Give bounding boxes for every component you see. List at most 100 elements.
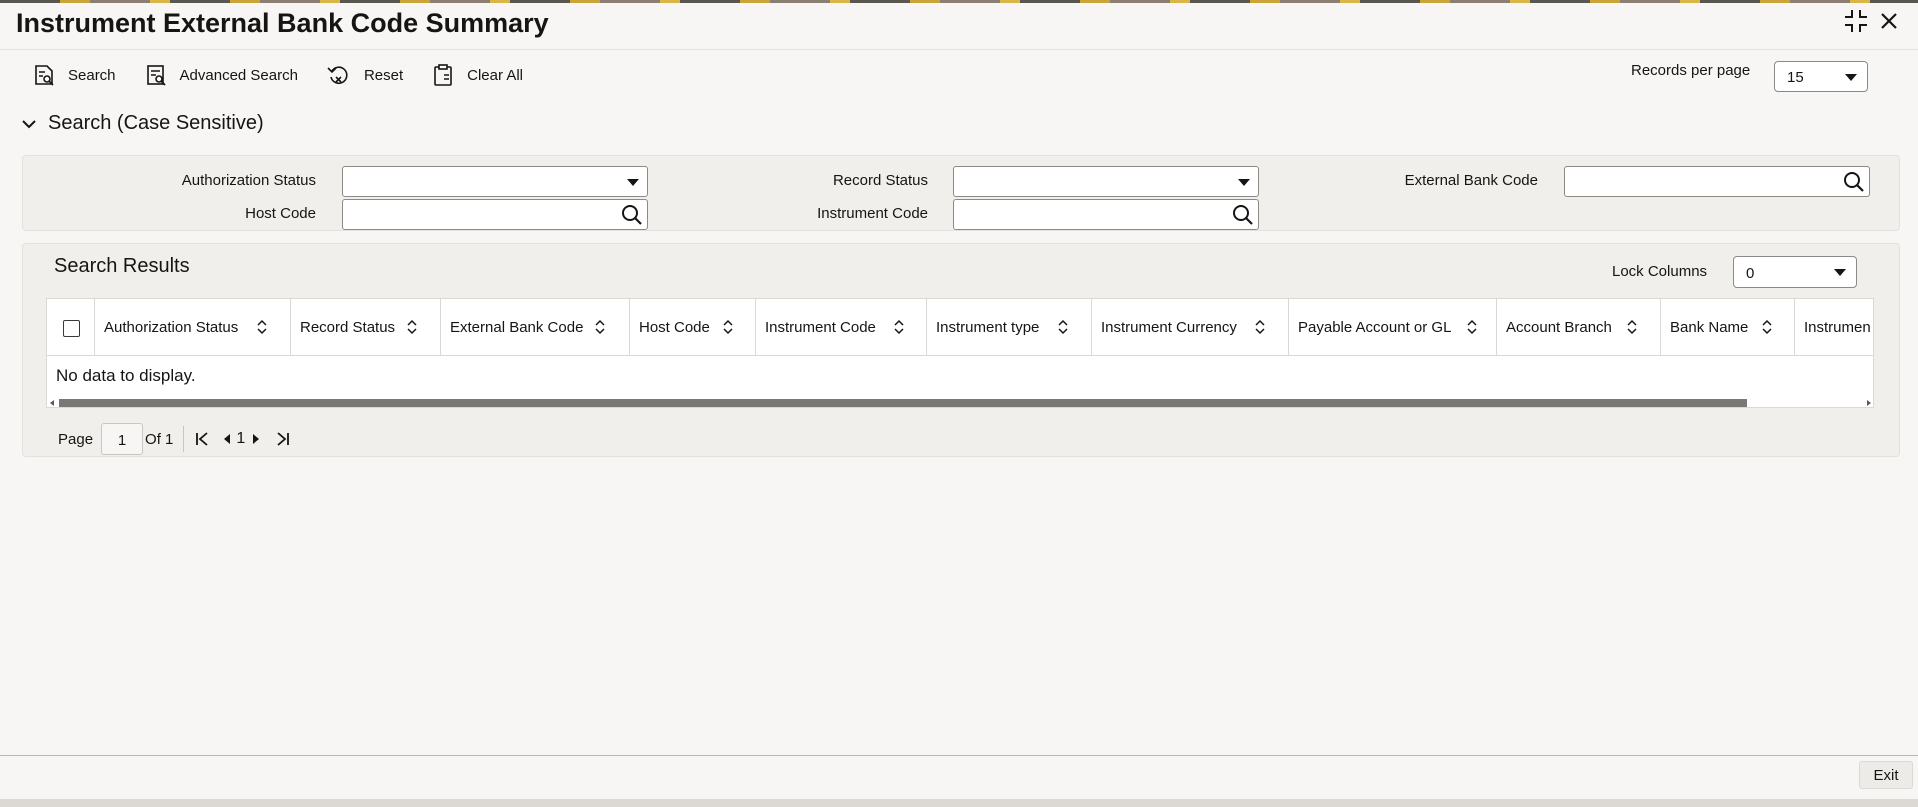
- page-title: Instrument External Bank Code Summary: [16, 8, 549, 38]
- sort-icon[interactable]: [1466, 319, 1478, 335]
- header-banner-strip: [0, 0, 1918, 3]
- previous-page-button[interactable]: [222, 433, 232, 445]
- column-label: Instrument Code: [765, 319, 876, 336]
- column-header-payable-account-or-gl[interactable]: Payable Account or GL: [1289, 299, 1497, 356]
- sort-icon[interactable]: [406, 319, 418, 335]
- advanced-search-label: Advanced Search: [179, 66, 298, 84]
- search-button[interactable]: Search: [32, 63, 116, 87]
- search-section-title: Search (Case Sensitive): [48, 112, 264, 134]
- records-per-page-value: 15: [1787, 69, 1804, 86]
- sort-icon[interactable]: [256, 319, 268, 335]
- search-results-title: Search Results: [54, 255, 190, 277]
- record-status-select[interactable]: [953, 166, 1259, 197]
- table-header-row: Authorization Status Record Status Exter…: [47, 299, 1873, 356]
- first-page-button[interactable]: [194, 431, 210, 447]
- chevron-down-icon: [1238, 179, 1250, 186]
- search-icon[interactable]: [1843, 171, 1865, 193]
- sort-icon[interactable]: [1761, 319, 1773, 335]
- host-code-field[interactable]: [342, 199, 648, 230]
- advanced-search-button[interactable]: Advanced Search: [144, 63, 298, 87]
- chevron-down-icon: [627, 179, 639, 186]
- column-header-instrument-code[interactable]: Instrument Code: [756, 299, 927, 356]
- sort-icon[interactable]: [1254, 319, 1266, 335]
- search-doc-icon: [35, 65, 54, 86]
- column-header-account-branch[interactable]: Account Branch: [1497, 299, 1661, 356]
- clear-all-button[interactable]: Clear All: [431, 63, 523, 87]
- external-bank-code-label: External Bank Code: [1404, 172, 1538, 189]
- footer-divider: [0, 755, 1918, 756]
- column-header-record-status[interactable]: Record Status: [291, 299, 441, 356]
- record-status-label: Record Status: [832, 172, 928, 189]
- column-header-instrument-type[interactable]: Instrument type: [927, 299, 1092, 356]
- advanced-search-icon: [146, 65, 166, 86]
- horizontal-scrollbar[interactable]: [47, 398, 1873, 407]
- column-label: Authorization Status: [104, 319, 239, 336]
- minimize-icon[interactable]: [1843, 8, 1869, 34]
- column-header-bank-name[interactable]: Bank Name: [1661, 299, 1795, 356]
- reset-label: Reset: [363, 66, 404, 84]
- last-page-button[interactable]: [275, 431, 291, 447]
- clear-all-label: Clear All: [467, 66, 523, 84]
- sort-icon[interactable]: [893, 319, 905, 335]
- authorization-status-label: Authorization Status: [181, 172, 316, 189]
- column-header-host-code[interactable]: Host Code: [630, 299, 756, 356]
- column-label: Instrumen: [1804, 319, 1871, 336]
- column-header-instrument-currency[interactable]: Instrument Currency: [1092, 299, 1289, 356]
- search-button-label: Search: [68, 66, 116, 84]
- column-label: Record Status: [300, 319, 396, 336]
- bottom-status-bar: [0, 799, 1918, 807]
- scroll-right-icon[interactable]: [1867, 400, 1871, 406]
- lock-columns-label: Lock Columns: [1612, 263, 1708, 280]
- clipboard-icon: [434, 64, 452, 86]
- authorization-status-select[interactable]: [342, 166, 648, 197]
- page-label: Page: [58, 430, 94, 448]
- select-all-cell: [47, 299, 95, 356]
- lock-columns-value: 0: [1746, 265, 1755, 282]
- scroll-left-icon[interactable]: [50, 400, 54, 406]
- lock-columns-select[interactable]: 0: [1733, 256, 1857, 288]
- chevron-down-icon: [1845, 74, 1857, 81]
- chevron-down-icon: [1834, 269, 1846, 276]
- next-page-button[interactable]: [251, 433, 261, 445]
- sort-icon[interactable]: [1626, 319, 1638, 335]
- instrument-code-label: Instrument Code: [817, 205, 928, 222]
- title-divider: [0, 49, 1918, 50]
- page-count-label: Of 1: [145, 430, 174, 448]
- select-all-checkbox[interactable]: [63, 320, 80, 337]
- records-per-page-select[interactable]: 15: [1774, 61, 1868, 92]
- column-label: Host Code: [639, 319, 710, 336]
- chevron-down-icon: [22, 119, 36, 128]
- column-label: Instrument Currency: [1101, 319, 1237, 336]
- column-label: Account Branch: [1506, 319, 1612, 336]
- reset-icon: [327, 66, 348, 84]
- exit-button[interactable]: Exit: [1859, 761, 1913, 789]
- scrollbar-thumb[interactable]: [59, 399, 1747, 407]
- reset-button[interactable]: Reset: [326, 63, 403, 87]
- column-label: Payable Account or GL: [1298, 319, 1452, 336]
- sort-icon[interactable]: [1057, 319, 1069, 335]
- sort-icon[interactable]: [594, 319, 606, 335]
- instrument-code-field[interactable]: [953, 199, 1259, 230]
- search-icon[interactable]: [621, 204, 643, 226]
- close-icon[interactable]: [1876, 8, 1902, 34]
- toolbar: Search Advanced Search Reset Clear All: [32, 60, 551, 90]
- host-code-label: Host Code: [245, 205, 316, 222]
- previous-page-icon: [224, 434, 231, 444]
- pager-divider: [183, 426, 185, 452]
- last-page-icon: [277, 432, 290, 446]
- page-number-input[interactable]: 1: [101, 423, 144, 455]
- column-header-authorization-status[interactable]: Authorization Status: [95, 299, 291, 356]
- column-label: Bank Name: [1670, 319, 1749, 336]
- search-section-toggle[interactable]: Search (Case Sensitive): [22, 112, 264, 135]
- column-label: External Bank Code: [450, 319, 584, 336]
- results-table: Authorization Status Record Status Exter…: [46, 298, 1874, 408]
- column-header-instrument-truncated[interactable]: Instrumen: [1795, 299, 1873, 356]
- next-page-icon: [253, 434, 260, 444]
- external-bank-code-field[interactable]: [1564, 166, 1870, 197]
- records-per-page-label: Records per page: [1631, 62, 1751, 79]
- search-icon[interactable]: [1232, 204, 1254, 226]
- column-label: Instrument type: [936, 319, 1040, 336]
- current-page-indicator: 1: [236, 430, 246, 447]
- sort-icon[interactable]: [722, 319, 734, 335]
- column-header-external-bank-code[interactable]: External Bank Code: [441, 299, 630, 356]
